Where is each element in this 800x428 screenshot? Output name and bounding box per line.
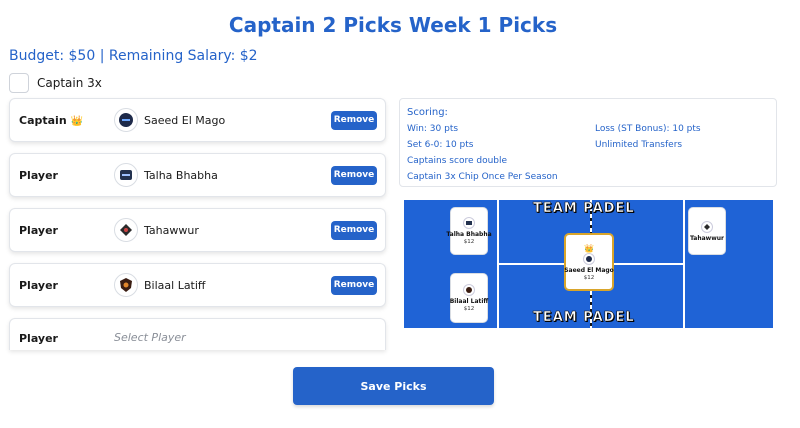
scoring-set: Set 6-0: 10 pts (407, 140, 474, 150)
captain3x-option: Captain 3x (9, 73, 102, 93)
team-logo-icon (463, 217, 475, 229)
player-slot: Player Tahawwur Remove (9, 208, 386, 252)
team-logo-icon (463, 284, 475, 296)
slot-role-label: Captain (19, 113, 67, 127)
court-captain-card[interactable]: 👑 Saeed El Mago $12 (564, 233, 614, 291)
remove-button[interactable]: Remove (331, 275, 377, 295)
save-picks-button[interactable]: Save Picks (293, 367, 494, 405)
scoring-chip: Captain 3x Chip Once Per Season (407, 172, 558, 182)
court-player-name: Talha Bhabha (446, 231, 492, 238)
budget-summary: Budget: $50 | Remaining Salary: $2 (9, 48, 258, 64)
crown-icon: 👑 (584, 243, 594, 253)
captain3x-label: Captain 3x (37, 76, 102, 90)
court-player-card[interactable]: Talha Bhabha $12 (446, 207, 492, 255)
team-logo-icon (114, 273, 138, 297)
padel-court: TEAM PADEL TEAM PADEL Talha Bhabha $12 B… (404, 200, 773, 328)
team-padel-banner: TEAM PADEL (533, 310, 635, 326)
slot-role-label: Player (19, 332, 58, 345)
court-player-name: Bilaal Latiff (449, 298, 489, 305)
team-padel-banner: TEAM PADEL (533, 201, 635, 217)
captain-slot: Captain 👑 Saeed El Mago Remove (9, 98, 386, 142)
scoring-title: Scoring: (407, 107, 448, 118)
team-logo-icon (583, 252, 595, 265)
court-player-salary: $12 (463, 306, 475, 312)
court-player-card[interactable]: Tahawwur (688, 207, 726, 255)
court-player-name: Tahawwur (689, 234, 724, 242)
court-player-salary: $12 (583, 274, 595, 281)
team-logo-icon (114, 163, 138, 187)
court-player-salary: $12 (463, 239, 475, 245)
player-slot: Player Bilaal Latiff Remove (9, 263, 386, 307)
slot-role: Captain 👑 (19, 114, 83, 127)
player-name: Bilaal Latiff (144, 278, 206, 292)
team-logo-icon (114, 108, 138, 132)
slot-role-label: Player (19, 278, 58, 292)
player-name: Saeed El Mago (144, 113, 226, 127)
slot-role-label: Player (19, 168, 58, 182)
scoring-panel: Scoring: Win: 30 pts Set 6-0: 10 pts Cap… (399, 98, 777, 187)
scoring-loss: Loss (ST Bonus): 10 pts (595, 124, 701, 134)
court-player-name: Saeed El Mago (564, 266, 614, 274)
page-title: Captain 2 Picks Week 1 Picks (228, 13, 558, 37)
captain3x-checkbox[interactable] (9, 73, 29, 93)
remove-button[interactable]: Remove (331, 165, 377, 185)
team-logo-icon (701, 220, 713, 233)
player-slot[interactable]: Player Select Player (9, 318, 386, 350)
remove-button[interactable]: Remove (331, 220, 377, 240)
crown-icon: 👑 (70, 115, 83, 127)
scoring-transfers: Unlimited Transfers (595, 140, 683, 150)
player-slot: Player Talha Bhabha Remove (9, 153, 386, 197)
court-player-card[interactable]: Bilaal Latiff $12 (450, 273, 488, 323)
player-name: Tahawwur (144, 223, 199, 237)
player-name: Talha Bhabha (144, 168, 218, 182)
scoring-win: Win: 30 pts (407, 124, 459, 134)
select-player-placeholder[interactable]: Select Player (114, 331, 186, 344)
scoring-captains: Captains score double (407, 156, 508, 166)
slot-role-label: Player (19, 223, 58, 237)
team-logo-icon (114, 218, 138, 242)
remove-button[interactable]: Remove (331, 110, 377, 130)
